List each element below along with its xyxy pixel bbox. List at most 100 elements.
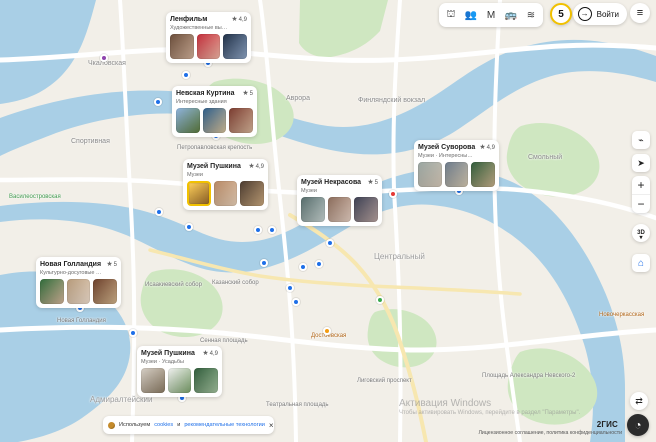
poi-title: Новая Голландия [40, 261, 102, 268]
poi-rating-value: 5 [113, 261, 117, 268]
map-marker[interactable] [260, 259, 268, 267]
cookie-text: Используем [119, 422, 151, 428]
share-icon: ⇄ [635, 395, 643, 406]
poi-rating-value: 4,9 [209, 350, 218, 357]
results-counter[interactable]: 5 [550, 3, 572, 25]
map-label: Казанский собор [212, 280, 259, 286]
poi-card-pushkin-museum[interactable]: Музей Пушкина Музеи ★ 4,9 [183, 159, 268, 210]
map-label: Смольный [528, 154, 563, 161]
layers-icon[interactable]: ≋ [522, 6, 540, 24]
cookie-link[interactable]: cookies [154, 422, 173, 428]
login-label: Войти [596, 9, 619, 19]
login-button[interactable]: → Войти [572, 3, 627, 25]
map-marker[interactable] [326, 239, 334, 247]
poi-thumbnail-image [176, 107, 200, 133]
bus-icon[interactable]: 🚌 [502, 6, 520, 24]
poi-title: Невская Куртина [176, 90, 235, 97]
map-mode-button[interactable]: ⌂ [632, 254, 650, 272]
map-marker[interactable] [268, 226, 276, 234]
map-label: Спортивная [71, 138, 110, 145]
star-icon: ★ [248, 163, 255, 170]
poi-thumbnails [40, 278, 118, 304]
poi-thumbnail-image [202, 107, 227, 133]
poi-thumbnail-image [418, 161, 442, 187]
poi-thumbnail-image [170, 33, 194, 59]
zoom-out-button[interactable]: − [632, 195, 650, 213]
poi-rating: ★ 5 [106, 261, 117, 268]
location-button[interactable]: ➤ [632, 154, 650, 172]
brand-logo-text: 2ГИС [596, 420, 618, 429]
poi-thumbnail-image [301, 196, 325, 222]
poi-rating: ★ 4,9 [202, 350, 218, 357]
poi-subtitle: Интересные здания [176, 98, 227, 105]
poi-thumbnails [170, 33, 248, 59]
3d-button[interactable]: 3D ▾ [632, 224, 650, 242]
map-marker[interactable] [185, 223, 193, 231]
poi-rating-value: 4,9 [486, 144, 495, 151]
share-button[interactable]: ⇄ [630, 392, 648, 410]
poi-rating: ★ 5 [367, 179, 378, 186]
ruler-button[interactable]: ⌁ [632, 131, 650, 149]
metro-marker[interactable] [100, 54, 108, 62]
map-marker[interactable] [129, 329, 137, 337]
poi-card-pushkin-estate-museum[interactable]: Музей Пушкина Музеи · Усадьбы ★ 4,9 [137, 346, 222, 397]
people-icon[interactable]: 👥 [462, 6, 480, 24]
poi-thumbnail-image [40, 278, 64, 304]
legal-links[interactable]: Лицензионное соглашение, политика конфид… [479, 430, 622, 436]
poi-thumbnail-image [213, 180, 238, 206]
map-label: Исаакиевский собор [145, 282, 202, 288]
chat-button[interactable]: ◔ [627, 414, 649, 436]
metro-icon[interactable]: M [482, 6, 500, 24]
poi-rating-value: 4,9 [238, 16, 247, 23]
poi-thumbnail-image [93, 278, 118, 304]
map-marker-red[interactable] [389, 190, 397, 198]
poi-card-new-holland[interactable]: Новая Голландия Культурно-досуговые цент… [36, 257, 121, 308]
poi-thumbnail-image [471, 161, 496, 187]
map-marker[interactable] [182, 71, 190, 79]
poi-rating: ★ 4,9 [479, 144, 495, 151]
poi-rating-value: 4,9 [255, 163, 264, 170]
login-icon: → [577, 7, 592, 21]
poi-rating: ★ 4,9 [231, 16, 247, 23]
map-label: Площадь Александра Невского-2 [482, 373, 576, 379]
poi-thumbnail-image [196, 33, 221, 59]
star-icon: ★ [106, 261, 113, 268]
poi-card-nevskaya-kurtina[interactable]: Невская Куртина Интересные здания ★ 5 [172, 86, 257, 137]
map-marker[interactable] [286, 284, 294, 292]
map-marker[interactable] [254, 226, 262, 234]
poi-card-suvorov-museum[interactable]: Музей Суворова Музеи · Интересные здания… [414, 140, 499, 191]
poi-thumbnails [187, 180, 264, 206]
metro-marker[interactable] [376, 296, 384, 304]
map-marker[interactable] [155, 208, 163, 216]
map-marker[interactable] [292, 298, 300, 306]
hamburger-menu-button[interactable]: ≡ [630, 3, 650, 23]
poi-thumbnail-image [187, 180, 211, 206]
map-marker[interactable] [299, 263, 307, 271]
map-label: Аврора [286, 95, 310, 102]
poi-title: Музей Суворова [418, 144, 476, 151]
poi-card-lenfilm[interactable]: Ленфильм Художественные выстав... 4 ★ 4,… [166, 12, 251, 63]
attractions-icon[interactable]: ⛫ [442, 6, 460, 24]
poi-thumbnail-image [327, 196, 352, 222]
star-icon: ★ [202, 350, 209, 357]
poi-rating: ★ 4,9 [248, 163, 264, 170]
poi-subtitle: Художественные выстав... 4 [170, 24, 227, 31]
map-marker[interactable] [154, 98, 162, 106]
poi-subtitle: Музеи · Интересные здания [418, 152, 475, 159]
poi-title: Музей Некрасова [301, 179, 362, 186]
poi-card-nekrasov-museum[interactable]: Музей Некрасова Музеи ★ 5 [297, 175, 382, 226]
close-icon[interactable]: × [269, 421, 274, 430]
zoom-in-button[interactable]: + [632, 176, 650, 194]
menu-icon: ≡ [636, 7, 644, 19]
recommendation-tech-link[interactable]: рекомендательные технологии [184, 422, 265, 428]
metro-label: Василеостровская [9, 194, 61, 200]
map-marker[interactable] [315, 260, 323, 268]
poi-thumbnail-image [194, 367, 219, 393]
map-label: Петропавловская крепость [177, 145, 253, 151]
poi-rating-value: 5 [374, 179, 378, 186]
poi-title: Музей Пушкина [141, 350, 195, 357]
poi-thumbnail-image [167, 367, 192, 393]
poi-thumbnails [176, 107, 254, 133]
poi-thumbnail-image [141, 367, 165, 393]
metro-marker[interactable] [323, 327, 331, 335]
